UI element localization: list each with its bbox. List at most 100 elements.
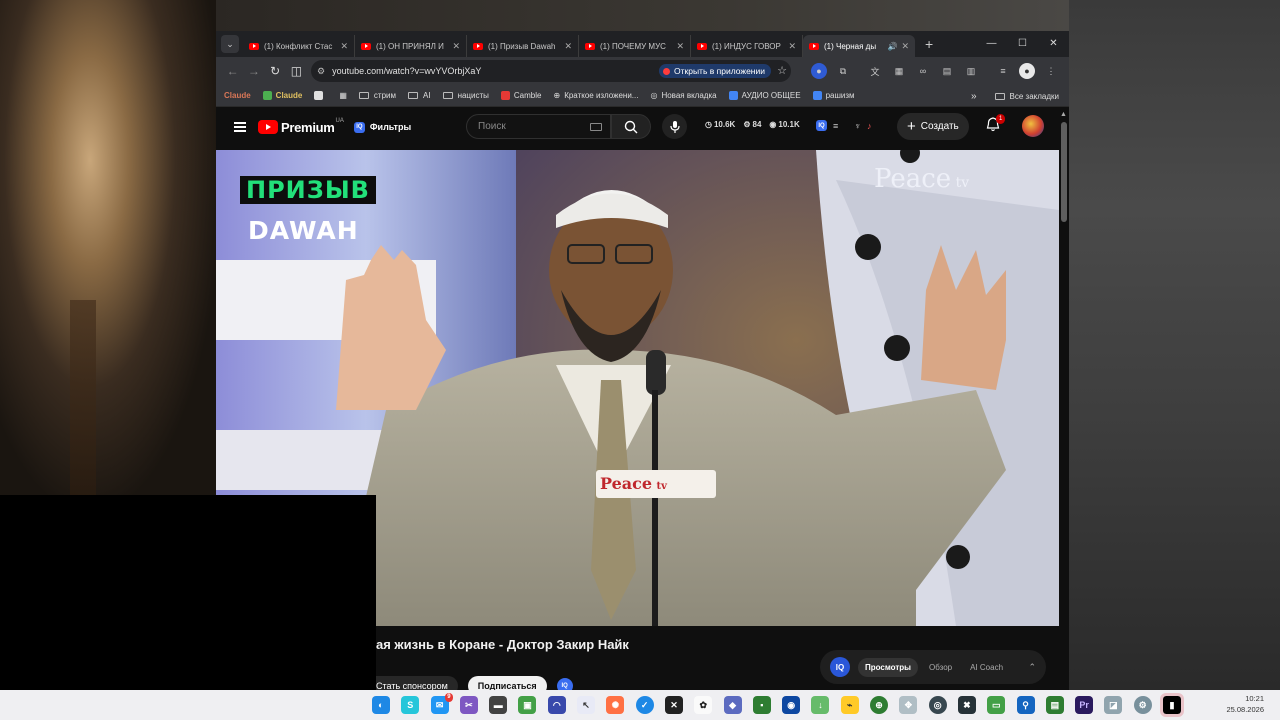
tab[interactable]: (1) Конфликт Стас ✕ (243, 35, 355, 57)
menu-hamburger-icon[interactable] (234, 120, 246, 135)
bookmark-star-icon[interactable]: ☆ (777, 64, 787, 77)
cursor-icon[interactable]: ↖ (577, 696, 596, 714)
bookmark-claude-2[interactable]: Claude (262, 91, 302, 100)
close-window-icon[interactable]: ✕ (1038, 31, 1069, 57)
app-icon[interactable]: ◆ (723, 696, 742, 714)
bookmark-camble[interactable]: Camble (500, 91, 541, 100)
create-button[interactable]: + Создать (897, 113, 969, 140)
bookmark-folder[interactable]: AI (408, 91, 431, 100)
search-input[interactable]: Поиск (466, 114, 611, 139)
chevron-right-icon[interactable]: » (971, 91, 977, 102)
menu-kebab-icon[interactable]: ⋮ (1043, 63, 1059, 79)
translate-icon[interactable]: 文 (867, 63, 883, 79)
speaker-icon[interactable]: 🔊 (887, 42, 897, 51)
grid-icon[interactable]: ▤ (939, 63, 955, 79)
extension-blue-icon[interactable]: ● (811, 63, 827, 79)
chevron-up-icon[interactable]: ⌃ (1028, 662, 1036, 673)
torrent-icon[interactable]: ↓ (811, 696, 830, 714)
tab[interactable]: (1) Призыв Dawah ✕ (467, 35, 579, 57)
claude-icon[interactable]: ✺ (606, 696, 625, 714)
close-tab-icon[interactable]: ✕ (340, 41, 348, 52)
scroll-up-icon[interactable]: ▲ (1060, 111, 1067, 118)
bookmark-folder[interactable]: стрим (358, 91, 396, 100)
reload-icon[interactable]: ↻ (265, 64, 286, 78)
iq-tab-overview[interactable]: Обзор (922, 658, 959, 677)
close-tab-icon[interactable]: ✕ (788, 41, 796, 52)
capcut-icon[interactable]: ✕ (664, 696, 683, 714)
link-icon[interactable]: ∞ (915, 63, 931, 79)
bookmark-doc[interactable]: рашизм (812, 91, 855, 100)
url-text[interactable]: youtube.com/watch?v=wvYVOrbjXaY (332, 66, 481, 76)
notifications-button[interactable]: 1 (986, 114, 1006, 137)
bookmark-new-tab[interactable]: ◎ Новая вкладка (650, 91, 716, 100)
tab-active[interactable]: (1) Черная ды 🔊 ✕ (803, 35, 915, 57)
sponsor-button[interactable]: Стать спонсором (366, 676, 458, 690)
check-icon[interactable]: ✓ (635, 696, 654, 714)
page-scrollbar[interactable]: ▲ (1059, 110, 1069, 690)
all-bookmarks-label[interactable]: Все закладки (1010, 92, 1059, 101)
tab[interactable]: (1) ОН ПРИНЯЛ И ✕ (355, 35, 467, 57)
tab-search-button[interactable]: ⌄ (221, 35, 239, 53)
snip-icon[interactable]: ✂ (459, 696, 478, 714)
close-tab-icon[interactable]: ✕ (452, 41, 460, 52)
chat-icon[interactable]: ▭ (987, 696, 1006, 714)
youtube-logo[interactable]: Premium UA (258, 118, 344, 135)
monitor-icon[interactable]: ◪ (1104, 696, 1123, 714)
app-icon[interactable]: ⌁ (840, 696, 859, 714)
close-tab-icon[interactable]: ✕ (564, 41, 572, 52)
bookmark-folder[interactable]: нацисты (442, 91, 489, 100)
profile-icon[interactable]: ● (1019, 63, 1035, 79)
app-icon[interactable]: S (401, 696, 420, 714)
settings-gear-icon[interactable]: ⚙ (1133, 696, 1152, 714)
iq-tab-ai-coach[interactable]: AI Coach (963, 658, 1010, 677)
premiere-icon[interactable]: Pr (1075, 696, 1094, 714)
list-icon[interactable]: ≡ (833, 121, 838, 131)
minimize-icon[interactable]: — (976, 31, 1007, 57)
mail-icon[interactable]: ✉ 9 (430, 693, 453, 714)
maximize-icon[interactable]: ☐ (1007, 31, 1038, 57)
voice-search-button[interactable] (662, 114, 687, 139)
split-view-icon[interactable]: ◫ (286, 64, 307, 78)
audio-meter-icon[interactable]: ▮ (1160, 693, 1185, 717)
bookmark-audio[interactable]: АУДИО ОБЩЕЕ (728, 91, 801, 100)
search-button[interactable] (611, 114, 651, 139)
spreadsheet-icon[interactable]: ▤ (1045, 696, 1064, 714)
apps-icon[interactable]: ▦ (891, 63, 907, 79)
close-tab-icon[interactable]: ✕ (676, 41, 684, 52)
scrollbar-thumb[interactable] (1061, 122, 1067, 222)
app-icon[interactable]: ✖ (957, 696, 976, 714)
filters-button[interactable]: IQ Фильтры (353, 121, 411, 133)
new-tab-icon[interactable]: + (925, 36, 933, 52)
bookmark-claude[interactable]: Claude (224, 91, 251, 100)
cast-icon[interactable]: ♆ (854, 121, 861, 131)
avatar[interactable] (1022, 115, 1044, 137)
tab[interactable]: (1) ИНДУС ГОВОР ✕ (691, 35, 803, 57)
openai-icon[interactable]: ✿ (694, 696, 713, 714)
extensions-puzzle-icon[interactable]: ⧉ (835, 63, 851, 79)
back-icon[interactable]: ← (222, 64, 243, 78)
nvidia-icon[interactable]: ▪ (752, 696, 771, 714)
iq-small-icon[interactable]: IQ (556, 678, 573, 690)
app-icon[interactable]: ◐ (372, 696, 390, 714)
terminal-icon[interactable]: ▬ (489, 696, 508, 714)
system-clock[interactable]: 10:21 25.08.2026 (1226, 693, 1264, 715)
car-icon[interactable]: ⚲ (1016, 696, 1035, 714)
tab[interactable]: (1) ПОЧЕМУ МУС ✕ (579, 35, 691, 57)
bookmark-blank[interactable] (314, 91, 327, 100)
bell-off-icon[interactable]: ♪ (867, 121, 872, 131)
app-icon[interactable]: ◉ (782, 696, 801, 714)
sidebar-icon[interactable]: ▥ (963, 63, 979, 79)
media-queue-icon[interactable]: ≡ (995, 63, 1011, 79)
iq-icon[interactable]: IQ (816, 120, 827, 131)
chrome-icon[interactable]: ◎ (928, 696, 947, 714)
keyboard-icon[interactable] (590, 123, 602, 131)
omnibox[interactable]: ⚙ youtube.com/watch?v=wvYVOrbjXaY Открыт… (311, 60, 791, 82)
bookmark-apps[interactable]: ▦ (339, 91, 347, 100)
close-tab-icon[interactable]: ✕ (901, 41, 909, 52)
open-in-app-button[interactable]: Открыть в приложении (659, 64, 771, 78)
forward-icon[interactable]: → (243, 64, 264, 78)
app-icon[interactable]: ✥ (899, 696, 918, 714)
site-info-icon[interactable]: ⚙ (317, 66, 325, 77)
subscribe-button[interactable]: Подписаться (467, 676, 547, 690)
iq-tab-views[interactable]: Просмотры (858, 657, 919, 677)
